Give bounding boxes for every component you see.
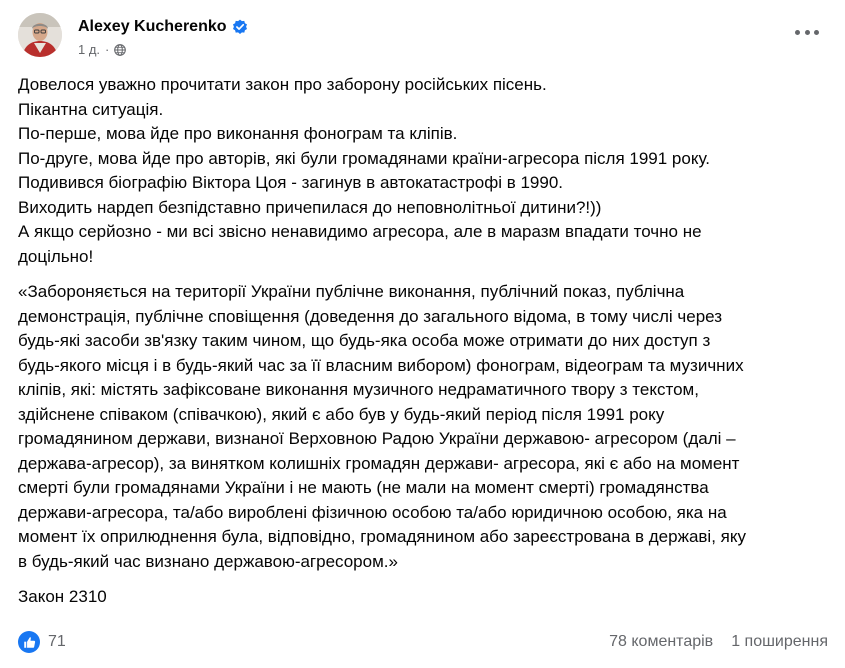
post-line: будь-якого місця і в будь-який час за її… [18, 355, 744, 375]
post-line: демонстрація, публічне сповіщення (довед… [18, 306, 723, 326]
comments-count[interactable]: 78 коментарів [609, 633, 713, 651]
post-line: Пікантна ситуація. [18, 99, 164, 119]
post-line: будь-які засоби зв'язку таким чином, що … [18, 331, 711, 350]
more-options-icon[interactable] [795, 22, 819, 42]
author-name-row: Alexey Kucherenko [78, 16, 248, 38]
reactions-count[interactable]: 71 [48, 633, 66, 651]
post-line: Виходить нардеп безпідставно причепилася… [18, 197, 602, 217]
facebook-post: Alexey Kucherenko 1 д. · Довелося уважно… [0, 0, 845, 668]
post-line: держави-агресора, та/або вироблені фізич… [18, 502, 727, 522]
post-line: кліпів, які: містять зафіксоване виконан… [18, 380, 699, 399]
more-dot [795, 29, 800, 35]
post-line: Подивився біографію Віктора Цоя - загину… [18, 173, 564, 192]
more-dot [814, 29, 819, 35]
post-line: здійснене співаком (співачкою), який є а… [18, 404, 665, 424]
post-paragraph: Довелося уважно прочитати закон про забо… [18, 73, 818, 269]
post-line: доцільно! [18, 246, 94, 266]
like-reaction-icon[interactable] [18, 631, 40, 653]
post-footer: 71 78 коментарів 1 поширення [18, 628, 828, 656]
post-line: По-перше, мова йде про виконання фоногра… [18, 124, 458, 143]
post-line: Закон 2310 [18, 587, 107, 606]
post-line: держава-агресор), за винятком колишніх г… [18, 453, 740, 473]
post-line: А якщо серйозно - ми всі звісно ненавиди… [18, 222, 702, 241]
avatar-image [18, 13, 62, 57]
post-timestamp[interactable]: 1 д. [78, 42, 100, 57]
globe-icon[interactable] [114, 43, 127, 56]
post-quote-paragraph: «Забороняється на території України публ… [18, 280, 818, 574]
shares-count[interactable]: 1 поширення [731, 633, 828, 651]
post-line: смерті були громадянами України і не маю… [18, 478, 709, 497]
post-line: момент їх оприлюднення була, відповідно,… [18, 527, 746, 546]
avatar[interactable] [18, 13, 62, 57]
meta-separator: · [105, 41, 110, 57]
author-meta: Alexey Kucherenko 1 д. · [78, 16, 248, 57]
post-body: Довелося уважно прочитати закон про забо… [18, 73, 818, 621]
author-name[interactable]: Alexey Kucherenko [78, 18, 227, 36]
post-line: громадянином держави, визнаної Верховною… [18, 429, 736, 448]
more-dot [804, 29, 810, 35]
verified-badge-icon [232, 19, 248, 35]
post-line: По-друге, мова йде про авторів, які були… [18, 148, 710, 168]
post-line: Довелося уважно прочитати закон про забо… [18, 75, 547, 94]
post-stats: 78 коментарів 1 поширення [609, 633, 828, 651]
post-line: в будь-який час визнано державою-агресор… [18, 551, 398, 571]
post-meta-row: 1 д. · [78, 41, 248, 57]
post-header: Alexey Kucherenko 1 д. · [18, 13, 248, 59]
post-paragraph: Закон 2310 [18, 585, 818, 610]
post-line: «Забороняється на території України публ… [18, 282, 685, 301]
